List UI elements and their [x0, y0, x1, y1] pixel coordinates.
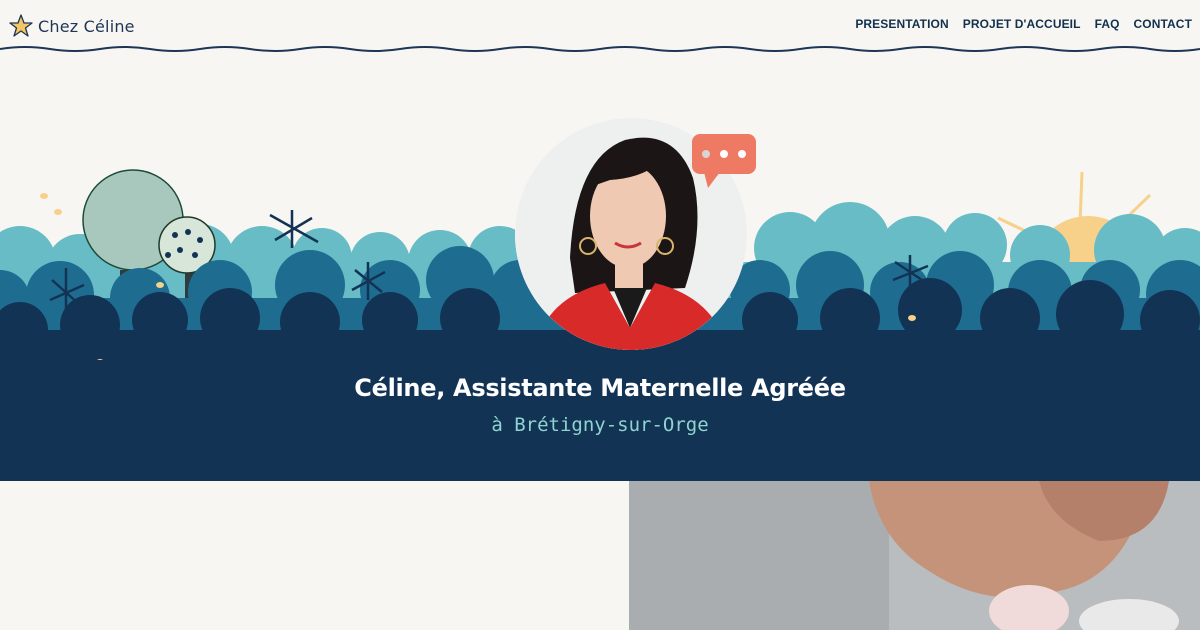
hero-subtitle: à Brétigny-sur-Orge	[491, 414, 709, 436]
chat-bubble-icon[interactable]	[690, 132, 758, 192]
hero-title: Céline, Assistante Maternelle Agréée	[354, 374, 846, 402]
baby-feet-photo	[629, 481, 1200, 630]
baby-feet-image	[629, 481, 1200, 630]
